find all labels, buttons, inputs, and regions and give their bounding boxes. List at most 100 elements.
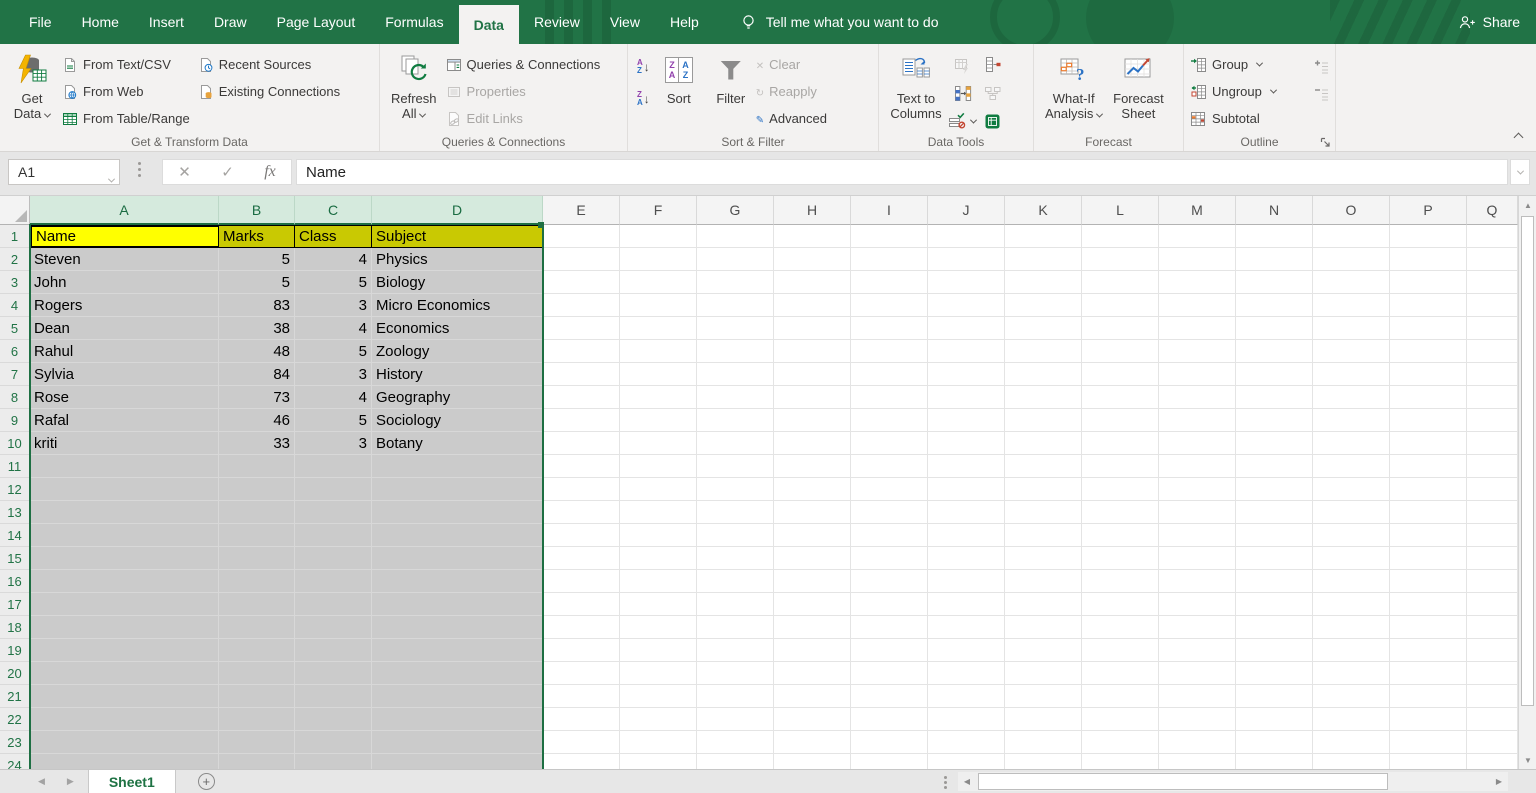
cell-K21[interactable] <box>1005 685 1082 708</box>
cell-I19[interactable] <box>851 639 928 662</box>
cell-N24[interactable] <box>1236 754 1313 769</box>
cell-H8[interactable] <box>774 386 851 409</box>
cell-G4[interactable] <box>697 294 774 317</box>
row-header-3[interactable]: 3 <box>0 271 30 294</box>
cell-O17[interactable] <box>1313 593 1390 616</box>
cell-M8[interactable] <box>1159 386 1236 409</box>
cell-K19[interactable] <box>1005 639 1082 662</box>
cell-D6[interactable]: Zoology <box>372 340 543 363</box>
cell-G1[interactable] <box>697 225 774 248</box>
cell-B20[interactable] <box>219 662 295 685</box>
cell-O16[interactable] <box>1313 570 1390 593</box>
cell-H22[interactable] <box>774 708 851 731</box>
cell-I7[interactable] <box>851 363 928 386</box>
cell-B14[interactable] <box>219 524 295 547</box>
cell-C15[interactable] <box>295 547 372 570</box>
column-header-M[interactable]: M <box>1159 196 1236 225</box>
cell-E17[interactable] <box>543 593 620 616</box>
row-header-17[interactable]: 17 <box>0 593 30 616</box>
column-header-P[interactable]: P <box>1390 196 1467 225</box>
cell-M18[interactable] <box>1159 616 1236 639</box>
cell-P15[interactable] <box>1390 547 1467 570</box>
cell-P14[interactable] <box>1390 524 1467 547</box>
cell-K23[interactable] <box>1005 731 1082 754</box>
cell-O21[interactable] <box>1313 685 1390 708</box>
collapse-ribbon-button[interactable] <box>1513 132 1524 143</box>
row-header-19[interactable]: 19 <box>0 639 30 662</box>
cell-E1[interactable] <box>543 225 620 248</box>
cell-I12[interactable] <box>851 478 928 501</box>
cell-J2[interactable] <box>928 248 1005 271</box>
menu-tab-help[interactable]: Help <box>655 0 714 44</box>
cell-M14[interactable] <box>1159 524 1236 547</box>
ungroup-button[interactable]: Ungroup <box>1190 78 1313 105</box>
cell-D24[interactable] <box>372 754 543 769</box>
cell-J22[interactable] <box>928 708 1005 731</box>
cell-N4[interactable] <box>1236 294 1313 317</box>
cell-M4[interactable] <box>1159 294 1236 317</box>
cell-I4[interactable] <box>851 294 928 317</box>
scroll-up-button[interactable]: ▲ <box>1519 196 1536 214</box>
data-validation-button[interactable] <box>948 112 978 131</box>
cell-P4[interactable] <box>1390 294 1467 317</box>
cell-H20[interactable] <box>774 662 851 685</box>
cell-B2[interactable]: 5 <box>219 248 295 271</box>
cell-F15[interactable] <box>620 547 697 570</box>
cell-B12[interactable] <box>219 478 295 501</box>
cell-I14[interactable] <box>851 524 928 547</box>
cell-M20[interactable] <box>1159 662 1236 685</box>
horizontal-scrollbar[interactable]: ◀ ▶ <box>958 772 1508 791</box>
cell-F1[interactable] <box>620 225 697 248</box>
cell-G12[interactable] <box>697 478 774 501</box>
cell-C17[interactable] <box>295 593 372 616</box>
cell-L11[interactable] <box>1082 455 1159 478</box>
row-header-18[interactable]: 18 <box>0 616 30 639</box>
cell-O10[interactable] <box>1313 432 1390 455</box>
cell-J23[interactable] <box>928 731 1005 754</box>
cell-D11[interactable] <box>372 455 543 478</box>
cell-O14[interactable] <box>1313 524 1390 547</box>
cell-Q18[interactable] <box>1467 616 1518 639</box>
cell-N22[interactable] <box>1236 708 1313 731</box>
cell-A1[interactable]: Name <box>30 225 219 248</box>
cell-D17[interactable] <box>372 593 543 616</box>
cell-J24[interactable] <box>928 754 1005 769</box>
column-header-E[interactable]: E <box>543 196 620 225</box>
cell-A19[interactable] <box>30 639 219 662</box>
cell-J3[interactable] <box>928 271 1005 294</box>
cell-Q4[interactable] <box>1467 294 1518 317</box>
cell-E10[interactable] <box>543 432 620 455</box>
cell-D21[interactable] <box>372 685 543 708</box>
cell-I9[interactable] <box>851 409 928 432</box>
menu-tab-page-layout[interactable]: Page Layout <box>262 0 371 44</box>
cell-D10[interactable]: Botany <box>372 432 543 455</box>
cell-H16[interactable] <box>774 570 851 593</box>
name-box-dropdown-icon[interactable] <box>107 170 116 186</box>
cell-P19[interactable] <box>1390 639 1467 662</box>
cell-L8[interactable] <box>1082 386 1159 409</box>
formula-bar-splitter[interactable] <box>138 162 141 177</box>
cell-Q12[interactable] <box>1467 478 1518 501</box>
column-header-G[interactable]: G <box>697 196 774 225</box>
expand-formula-bar-button[interactable] <box>1510 159 1530 185</box>
cell-E2[interactable] <box>543 248 620 271</box>
cell-F24[interactable] <box>620 754 697 769</box>
cell-H2[interactable] <box>774 248 851 271</box>
cell-Q9[interactable] <box>1467 409 1518 432</box>
cell-N15[interactable] <box>1236 547 1313 570</box>
menu-tab-insert[interactable]: Insert <box>134 0 199 44</box>
cell-E4[interactable] <box>543 294 620 317</box>
cell-G9[interactable] <box>697 409 774 432</box>
cell-Q21[interactable] <box>1467 685 1518 708</box>
cell-O4[interactable] <box>1313 294 1390 317</box>
cell-D12[interactable] <box>372 478 543 501</box>
cell-A15[interactable] <box>30 547 219 570</box>
menu-tab-home[interactable]: Home <box>67 0 134 44</box>
cell-N17[interactable] <box>1236 593 1313 616</box>
cell-J15[interactable] <box>928 547 1005 570</box>
cell-H10[interactable] <box>774 432 851 455</box>
queries-connections-button[interactable]: Queries & Connections <box>442 51 605 78</box>
cell-L18[interactable] <box>1082 616 1159 639</box>
cell-E18[interactable] <box>543 616 620 639</box>
cell-L17[interactable] <box>1082 593 1159 616</box>
